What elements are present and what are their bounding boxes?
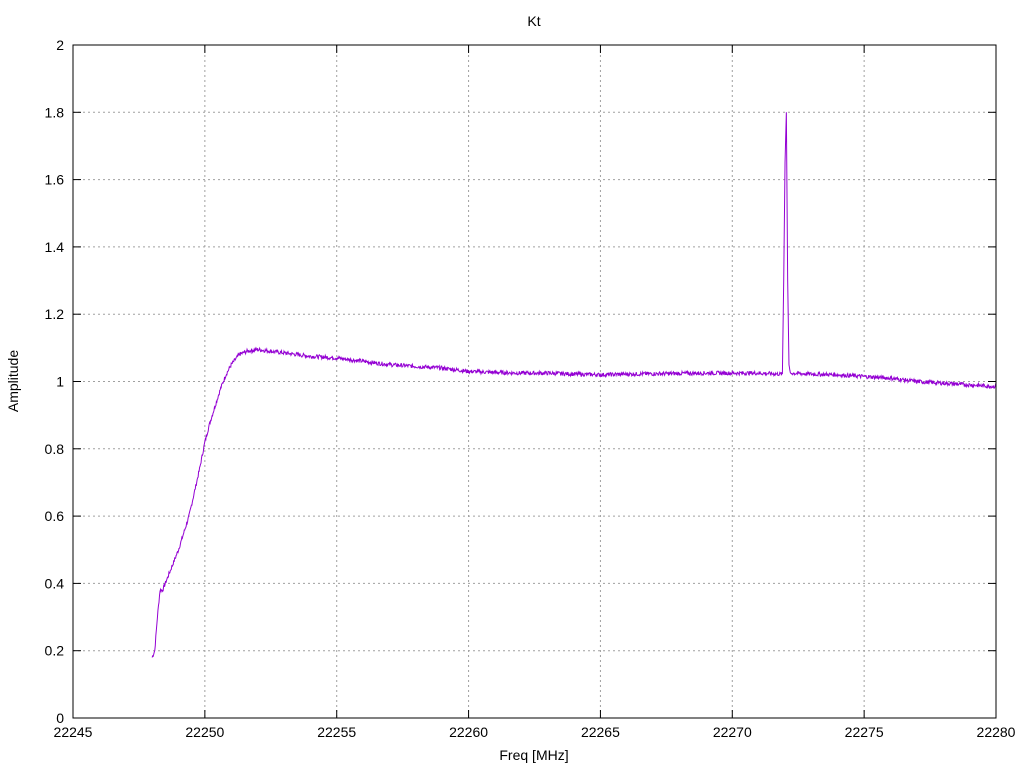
y-tick-label: 1 (56, 374, 64, 390)
y-tick-label: 1.2 (45, 306, 65, 322)
x-tick-label: 22270 (713, 724, 752, 740)
x-tick-label: 22250 (185, 724, 224, 740)
x-tick-label: 22275 (845, 724, 884, 740)
y-tick-label: 0.6 (45, 508, 65, 524)
y-tick-label: 1.4 (45, 239, 65, 255)
y-tick-label: 1.8 (45, 104, 65, 120)
series-line (151, 112, 997, 658)
y-tick-label: 0.2 (45, 643, 65, 659)
x-axis-label: Freq [MHz] (499, 747, 568, 763)
y-tick-label: 0.8 (45, 441, 65, 457)
x-tick-label: 22245 (54, 724, 93, 740)
y-tick-label: 1.6 (45, 172, 65, 188)
y-tick-label: 0.4 (45, 575, 65, 591)
x-tick-label: 22255 (317, 724, 356, 740)
x-tick-label: 22260 (449, 724, 488, 740)
x-tick-label: 22265 (581, 724, 620, 740)
chart: 22245 22250 22255 22260 22265 22270 22275 22280… (5, 13, 1016, 763)
grid-lines (73, 45, 996, 718)
x-tick-labels: 22245 22250 22255 22260 22265 22270 22275 22280 (54, 724, 1016, 740)
x-tick-label: 22280 (977, 724, 1016, 740)
y-axis-label: Amplitude (5, 350, 21, 412)
chart-title: Kt (527, 13, 540, 29)
y-tick-labels: 0 0.2 0.4 0.6 0.8 1 1.2 1.4 1.6 1.8 2 (45, 37, 65, 726)
series-layer (151, 112, 997, 658)
y-tick-label: 0 (56, 710, 64, 726)
y-tick-label: 2 (56, 37, 64, 53)
